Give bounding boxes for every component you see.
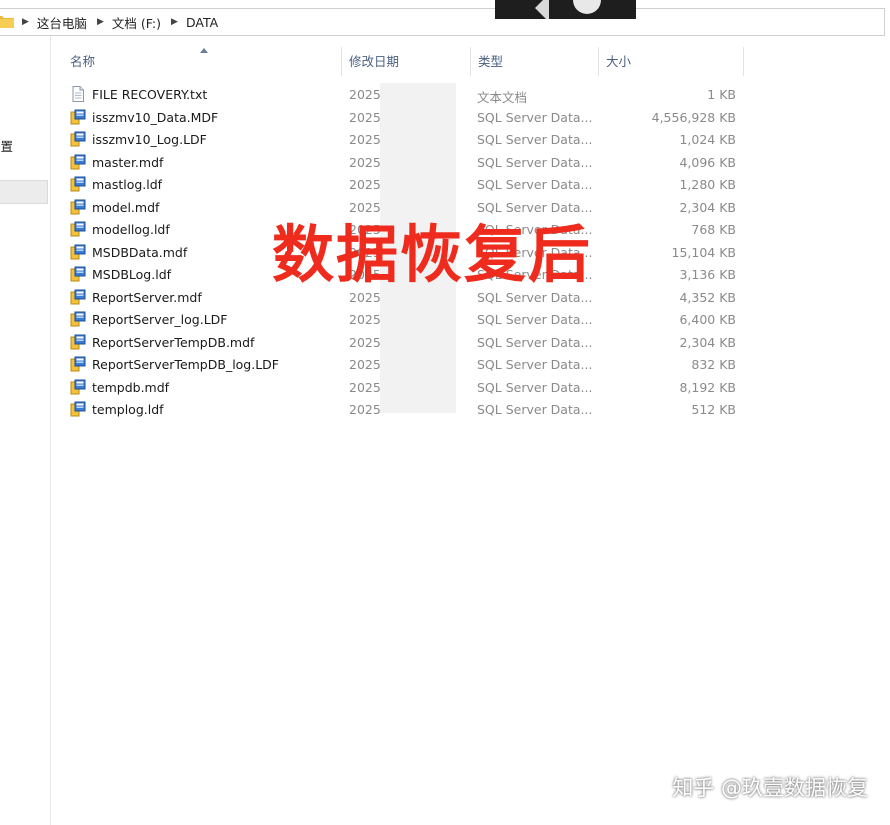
file-date: 2025: [349, 132, 381, 147]
folder-icon: [0, 16, 14, 28]
file-type: SQL Server Data...: [477, 177, 593, 192]
file-size: 6,400 KB: [679, 312, 736, 327]
sql-data-file-icon: [70, 266, 86, 282]
file-size: 1 KB: [707, 87, 736, 102]
file-date: 2025: [349, 379, 381, 395]
file-type: 文本文档: [477, 90, 528, 105]
column-header-type[interactable]: 类型: [471, 47, 599, 76]
chevron-right-icon: ▶: [22, 17, 29, 27]
file-date: 2025: [349, 177, 381, 192]
sql-data-file-icon: [70, 154, 86, 170]
file-size: 768 KB: [691, 222, 736, 237]
sql-data-file-icon: [70, 199, 86, 215]
text-file-icon: [70, 86, 86, 102]
sql-data-file-icon: [70, 401, 86, 417]
file-name: master.mdf: [92, 154, 164, 170]
nav-item-selected[interactable]: [0, 180, 48, 204]
chevron-right-icon: ▶: [171, 17, 178, 27]
file-name: ReportServerTempDB.mdf: [92, 334, 255, 350]
column-header-date[interactable]: 修改日期: [342, 47, 471, 76]
circle-icon: [573, 0, 601, 14]
file-name: MSDBData.mdf: [92, 244, 188, 260]
column-header-size[interactable]: 大小: [599, 47, 744, 76]
sql-data-file-icon: [70, 289, 86, 305]
sql-data-file-icon: [70, 176, 86, 192]
file-name: templog.ldf: [92, 402, 164, 417]
column-header-name[interactable]: 名称: [52, 47, 342, 76]
file-name: ReportServer.mdf: [92, 289, 202, 305]
breadcrumb: ▶ 这台电脑 ▶ 文档 (F:) ▶ DATA: [22, 9, 228, 35]
file-name: model.mdf: [92, 199, 160, 215]
sql-data-file-icon: [70, 221, 86, 237]
file-name: MSDBLog.ldf: [92, 267, 172, 282]
sql-data-file-icon: [70, 334, 86, 350]
sql-data-file-icon: [70, 379, 86, 395]
file-size: 2,304 KB: [679, 199, 736, 215]
file-size: 2,304 KB: [679, 334, 736, 350]
breadcrumb-drive[interactable]: 文档 (F:): [112, 13, 161, 32]
file-name: FILE RECOVERY.txt: [92, 87, 208, 102]
file-size: 8,192 KB: [679, 379, 736, 395]
file-type: SQL Server Data...: [477, 109, 593, 125]
sql-data-file-icon: [70, 109, 86, 125]
sql-data-file-icon: [70, 356, 86, 372]
breadcrumb-data[interactable]: DATA: [186, 15, 218, 30]
file-date: 2025: [349, 357, 381, 372]
file-size: 4,352 KB: [679, 289, 736, 305]
chevron-right-icon: ▶: [96, 17, 104, 27]
sort-ascending-icon: [200, 48, 208, 53]
file-date: 2025: [349, 109, 381, 125]
file-type: SQL Server Data...: [477, 379, 593, 395]
file-date: 2025: [349, 312, 381, 327]
file-type: SQL Server Data...: [477, 154, 593, 170]
file-date: 2025: [349, 402, 381, 417]
address-bar[interactable]: ▶ 这台电脑 ▶ 文档 (F:) ▶ DATA: [0, 8, 885, 36]
file-type: SQL Server Data...: [477, 402, 593, 417]
file-size: 15,104 KB: [671, 244, 736, 260]
nav-item-location[interactable]: 位置: [0, 136, 13, 155]
file-type: SQL Server Data...: [477, 334, 593, 350]
file-type: SQL Server Data...: [477, 132, 593, 147]
file-type: SQL Server Data...: [477, 357, 593, 372]
navigation-pane: 位置: [0, 36, 51, 825]
file-size: 1,280 KB: [679, 177, 736, 192]
video-control-overlay: [495, 0, 636, 19]
file-name: ReportServer_log.LDF: [92, 312, 228, 327]
file-size: 512 KB: [691, 402, 736, 417]
file-size: 1,024 KB: [679, 132, 736, 147]
file-name: tempdb.mdf: [92, 379, 170, 395]
file-name: isszmv10_Log.LDF: [92, 132, 207, 147]
overlay-caption: 数据恢复后: [272, 218, 593, 291]
sql-data-file-icon: [70, 311, 86, 327]
sql-data-file-icon: [70, 244, 86, 260]
file-name: mastlog.ldf: [92, 177, 163, 192]
sql-data-file-icon: [70, 131, 86, 147]
breadcrumb-this-pc[interactable]: 这台电脑: [37, 13, 87, 32]
file-type: SQL Server Data...: [477, 312, 593, 327]
file-size: 4,556,928 KB: [651, 109, 736, 125]
file-date: 2025: [349, 334, 381, 350]
file-name: isszmv10_Data.MDF: [92, 109, 219, 125]
file-name: modellog.ldf: [92, 222, 170, 237]
file-date: 2025: [349, 87, 381, 102]
back-arrow-icon: [535, 0, 549, 19]
file-size: 3,136 KB: [679, 267, 736, 282]
file-name: ReportServerTempDB_log.LDF: [92, 357, 279, 372]
watermark: 知乎 @玖壹数据恢复: [672, 776, 868, 800]
file-date: 2025: [349, 154, 381, 170]
file-size: 832 KB: [691, 357, 736, 372]
file-size: 4,096 KB: [679, 154, 736, 170]
